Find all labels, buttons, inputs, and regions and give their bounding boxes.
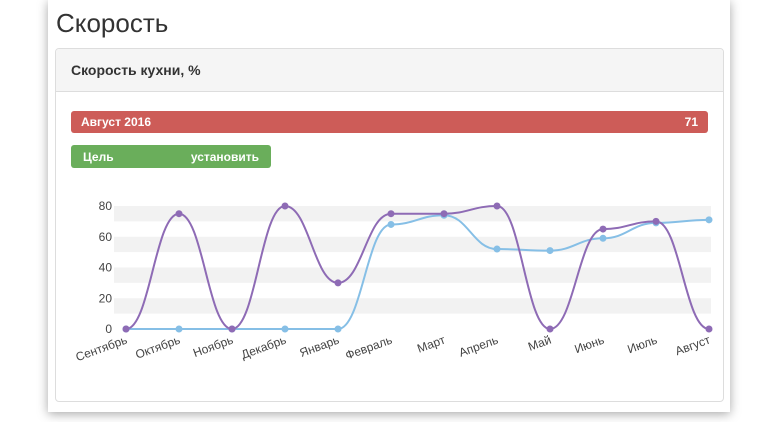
x-tick-label: Февраль [343,333,394,363]
data-point [387,220,395,228]
x-tick-label: Ноябрь [191,333,235,360]
y-axis-ticks: 0 20 40 60 80 [99,199,113,336]
grid-band [114,236,711,253]
y-tick-label: 60 [99,230,113,244]
data-point [652,217,660,225]
x-tick-label: Апрель [457,333,500,360]
x-tick-label: Декабрь [239,333,288,362]
data-point [599,225,607,233]
page-title: Скорость [56,8,169,38]
data-point [493,245,501,253]
data-point [228,325,236,333]
speed-chart: 0 20 40 60 80 Сентябрь Октябрь Ноябрь Декабрь Ян… [74,199,713,364]
y-tick-label: 80 [99,199,113,213]
x-tick-label: Июнь [573,333,606,357]
data-point [705,216,713,224]
y-tick-label: 20 [99,291,113,305]
data-point [281,202,289,210]
speed-panel: Скорость кухни, % Август 2016 71 Цель ус… [55,48,724,402]
data-point [334,279,342,287]
data-point [705,325,713,333]
x-tick-label: Май [526,333,553,354]
data-point [334,325,342,333]
data-point [599,234,607,242]
data-point [175,325,183,333]
data-point [493,202,501,210]
grid-band [114,267,711,283]
data-point [281,325,289,333]
x-axis-ticks: Сентябрь Октябрь Ноябрь Декабрь Январь Феврал… [74,332,713,364]
data-point [175,210,183,218]
grid-band [114,298,711,314]
y-tick-label: 40 [99,261,113,275]
data-point [440,210,448,218]
x-tick-label: Январь [298,333,341,360]
x-tick-label: Август [673,332,712,358]
data-point [546,247,554,255]
x-tick-label: Июль [625,333,659,357]
data-point [546,325,554,333]
x-tick-label: Сентябрь [74,333,129,365]
data-point [122,325,130,333]
y-tick-label: 0 [105,322,112,336]
data-point [387,210,395,218]
x-tick-label: Октябрь [134,333,182,362]
x-tick-label: Март [415,332,447,355]
